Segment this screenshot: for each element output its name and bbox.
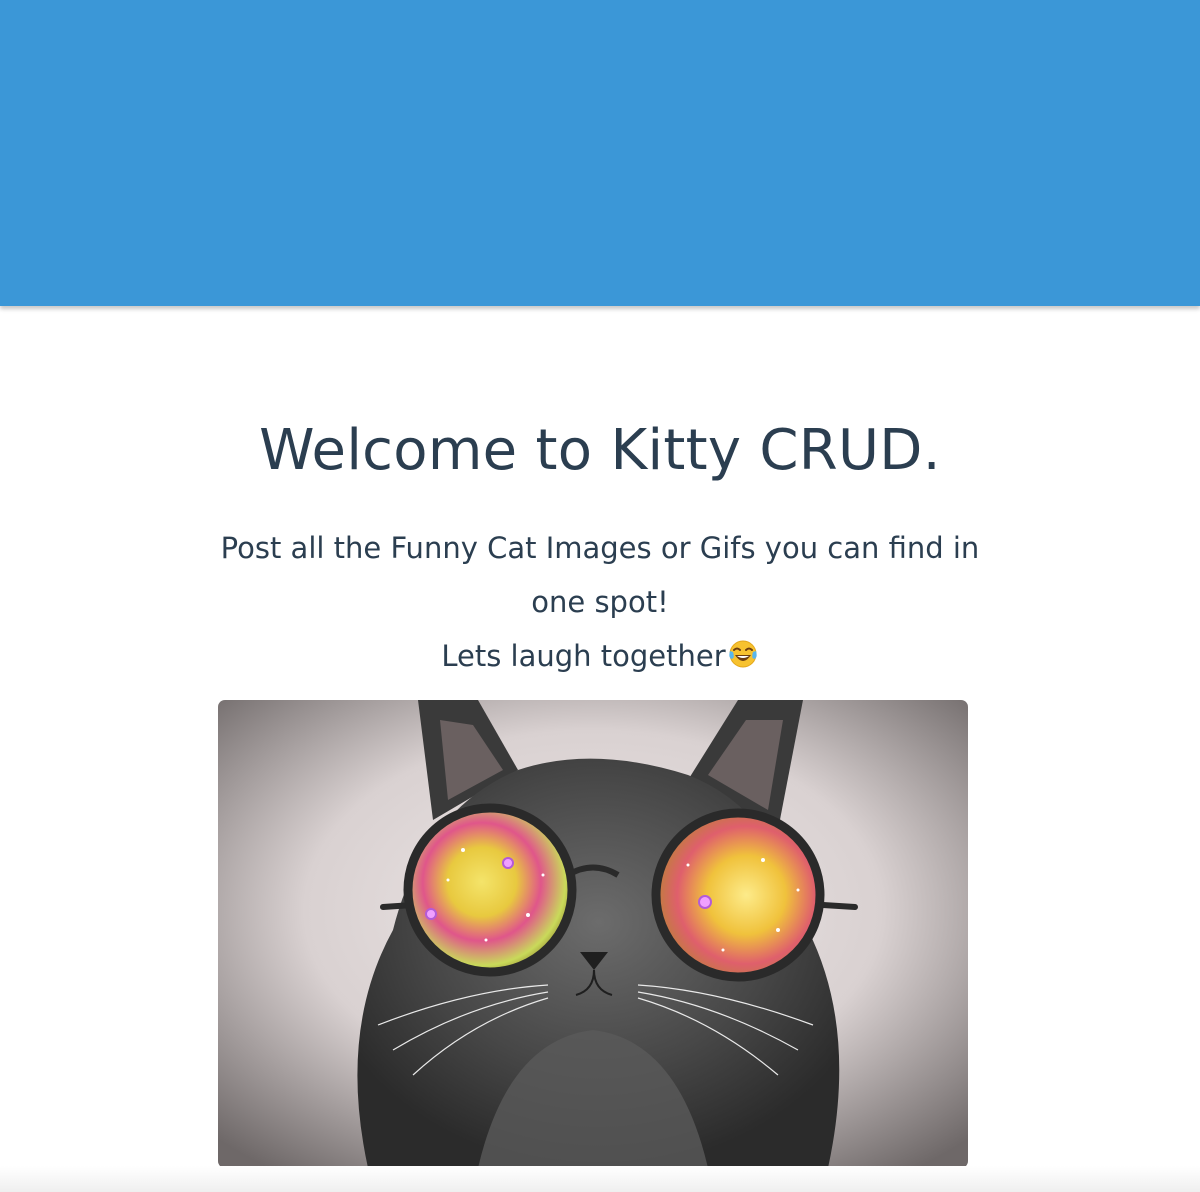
- cat-with-galaxy-glasses-illustration: [218, 700, 968, 1168]
- page-bottom-shadow: [0, 1166, 1200, 1192]
- hero-subtitle: Post all the Funny Cat Images or Gifs yo…: [220, 531, 980, 619]
- hero-tagline-line: Lets laugh together: [0, 629, 1200, 683]
- hero-section: Welcome to Kitty CRUD. Post all the Funn…: [0, 306, 1200, 1192]
- hero-tagline: Lets laugh together: [441, 639, 726, 673]
- featured-cat-image: [218, 700, 968, 1168]
- tears-of-joy-emoji-icon: [727, 633, 759, 668]
- page-title: Welcome to Kitty CRUD.: [259, 418, 941, 483]
- header-bar: [0, 0, 1200, 306]
